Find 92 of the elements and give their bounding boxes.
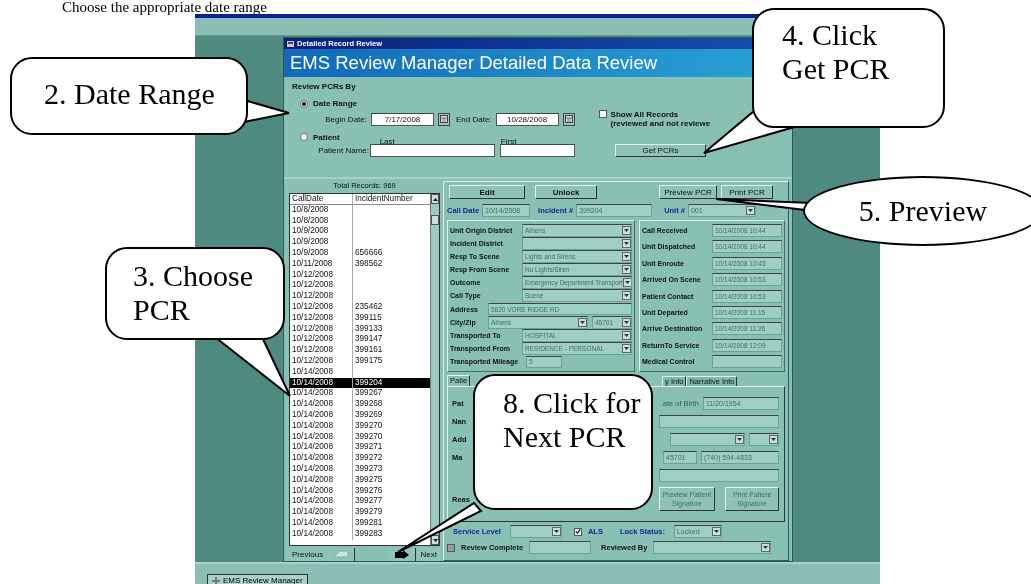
record-row[interactable]: 10/14/2008 399269 xyxy=(290,409,430,421)
radio-label: Patient xyxy=(313,132,340,142)
field-label: End Date: xyxy=(456,114,492,124)
dropdown-arrow-icon[interactable] xyxy=(622,238,631,248)
record-row[interactable]: 10/12/2008 xyxy=(290,280,430,292)
field-label: Begin Date: xyxy=(324,114,367,124)
record-row[interactable]: 10/12/2008 399161 xyxy=(290,345,430,356)
record-row[interactable]: 10/14/2008 399275 xyxy=(290,474,430,486)
record-row[interactable]: 10/12/2008 399147 xyxy=(290,334,430,346)
previous-record-button[interactable]: Previous xyxy=(289,547,327,561)
first-name-field[interactable] xyxy=(500,144,575,157)
next-record-button[interactable]: Next xyxy=(417,547,440,561)
record-row[interactable]: 10/12/2008 399175 xyxy=(290,355,430,367)
dropdown-arrow-icon[interactable] xyxy=(578,317,587,327)
dropdown-arrow-icon[interactable] xyxy=(551,527,561,536)
arrow-icon xyxy=(393,549,410,559)
record-row[interactable]: 10/14/2008 399270 xyxy=(290,420,430,432)
record-row[interactable]: 10/14/2008 399268 xyxy=(290,399,430,410)
print-pcr-button[interactable]: Print PCR xyxy=(721,185,773,199)
app-icon xyxy=(212,576,220,584)
dropdown-arrow-icon[interactable] xyxy=(622,278,631,288)
dropdown-arrow-icon[interactable] xyxy=(761,543,771,552)
column-label: Last xyxy=(379,136,395,146)
get-pcrs-button[interactable]: Get PCRs xyxy=(615,144,706,157)
record-row[interactable]: 10/14/2008 399279 xyxy=(290,507,430,518)
calendar-icon[interactable] xyxy=(562,112,575,126)
record-row[interactable]: 10/12/2008 399133 xyxy=(290,323,430,335)
checkbox-note: (reviewed and not reviewe xyxy=(610,119,711,128)
radio-label: Date Range xyxy=(313,99,357,108)
dropdown-arrow-icon[interactable] xyxy=(735,435,744,444)
scrollbar-thumb[interactable] xyxy=(431,214,439,225)
record-row[interactable]: 10/14/2008 399271 xyxy=(290,442,430,454)
previous-arrow-button[interactable] xyxy=(327,547,356,561)
dropdown-arrow-icon[interactable] xyxy=(622,251,631,261)
checkbox[interactable] xyxy=(447,543,455,552)
callout: 2. Date Range xyxy=(10,57,248,135)
record-row[interactable]: 10/14/2008 399276 xyxy=(290,485,430,497)
checkbox[interactable] xyxy=(573,527,582,536)
record-row[interactable]: 10/9/2008 656666 xyxy=(290,248,430,259)
dropdown-arrow-icon[interactable] xyxy=(769,435,778,444)
radio-button[interactable] xyxy=(300,99,308,108)
caption-text: Choose the appropriate date range xyxy=(61,0,268,14)
dropdown-arrow-icon[interactable] xyxy=(745,206,755,215)
column-header[interactable]: CallDate xyxy=(290,194,353,205)
unlock-button[interactable]: Unlock xyxy=(535,185,597,199)
record-row[interactable]: 10/12/2008 xyxy=(290,291,430,302)
dropdown-arrow-icon[interactable] xyxy=(622,331,631,340)
record-row[interactable]: 10/9/2008 xyxy=(290,226,430,238)
dropdown-field[interactable] xyxy=(749,433,779,446)
record-row[interactable]: 10/12/2008 399115 xyxy=(290,312,430,324)
record-row[interactable]: 10/14/2008 399204 xyxy=(290,377,430,389)
record-row[interactable]: 10/12/2008 xyxy=(290,269,430,281)
next-arrow-button[interactable] xyxy=(388,547,417,561)
dropdown-arrow-icon[interactable] xyxy=(622,265,631,275)
edit-button[interactable]: Edit xyxy=(449,185,525,199)
scroll-up-icon[interactable] xyxy=(431,194,439,204)
callout: 8. Click for Next PCR xyxy=(473,374,653,510)
record-row[interactable]: 10/14/2008 399272 xyxy=(290,453,430,464)
preview-pcr-button[interactable]: Preview PCR xyxy=(659,185,717,199)
arrow-icon xyxy=(332,550,349,558)
callout: 4. Click Get PCR xyxy=(752,8,945,128)
record-row[interactable]: 10/8/2008 xyxy=(290,204,430,216)
time-field xyxy=(712,355,782,368)
dropdown-field[interactable] xyxy=(653,541,772,554)
section-label: Review PCRs By xyxy=(292,82,357,91)
radio-button[interactable] xyxy=(300,133,308,141)
record-row[interactable]: 10/14/2008 399270 xyxy=(290,431,430,443)
dropdown-arrow-icon[interactable] xyxy=(622,317,631,327)
checkbox-label: Show All Records xyxy=(610,110,680,119)
field-label: Patient Name: xyxy=(317,146,369,155)
dropdown-field[interactable] xyxy=(670,433,745,446)
date-field[interactable]: 7/17/2008 xyxy=(371,112,434,126)
dropdown-arrow-icon[interactable] xyxy=(622,225,631,235)
record-row[interactable]: 10/12/2008 235462 xyxy=(290,301,430,313)
record-row[interactable]: 10/14/2008 399281 xyxy=(290,517,430,529)
window-icon xyxy=(287,40,294,47)
record-row[interactable]: 10/14/2008 399273 xyxy=(290,463,430,475)
dropdown-arrow-icon[interactable] xyxy=(622,291,631,301)
checkbox[interactable] xyxy=(598,110,607,118)
dropdown-arrow-icon[interactable] xyxy=(711,527,721,536)
column-label: First xyxy=(500,136,517,146)
record-row[interactable]: 10/11/2008 398562 xyxy=(290,258,430,270)
date-field[interactable]: 10/28/2008 xyxy=(495,112,559,126)
dropdown-field[interactable] xyxy=(509,525,562,538)
taskbar-button[interactable]: EMS Review Manager xyxy=(207,574,308,584)
last-name-field[interactable] xyxy=(370,144,495,157)
calendar-icon[interactable] xyxy=(438,112,450,126)
record-row[interactable]: 10/9/2008 xyxy=(290,237,430,248)
record-row[interactable]: 10/14/2008 399277 xyxy=(290,496,430,508)
dropdown-arrow-icon[interactable] xyxy=(622,344,631,354)
record-row[interactable]: 10/14/2008 xyxy=(290,366,430,378)
record-row[interactable]: 10/8/2008 xyxy=(290,215,430,227)
